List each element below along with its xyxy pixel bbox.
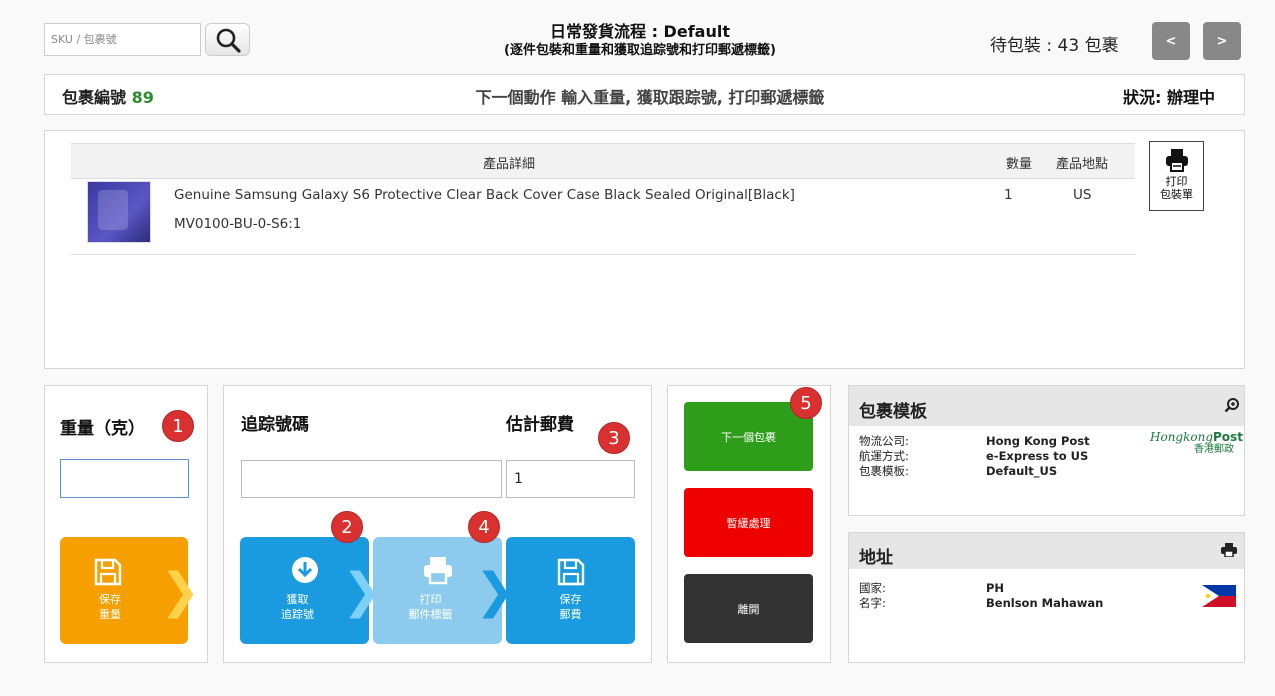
template-value: Default_US	[986, 464, 1058, 478]
tracking-label: 追踪號碼	[241, 415, 309, 435]
printer-icon	[424, 557, 452, 585]
save-weight-button[interactable]: 保存 重量 ❯	[60, 537, 200, 644]
weight-label: 重量（克）	[60, 419, 145, 439]
weight-input[interactable]	[60, 459, 189, 498]
tracking-number-input[interactable]	[241, 460, 502, 498]
step-badge-3: 3	[598, 422, 630, 454]
print-packing-slip-button[interactable]: 打印 包裝單	[1149, 141, 1204, 211]
package-number-label: 包裹編號	[62, 88, 127, 107]
print-slip-label-2: 包裝單	[1160, 188, 1193, 201]
sku-search-input[interactable]	[44, 23, 201, 56]
zoom-icon[interactable]	[1224, 397, 1240, 413]
logo-zh: 香港郵政	[1194, 444, 1234, 455]
get-tracking-button[interactable]: 獲取 追踪號 ❯	[240, 537, 382, 644]
title-main: 日常發貨流程 : Default	[550, 22, 730, 41]
print-label-label-2: 郵件標籤	[408, 608, 453, 621]
next-package-nav-button[interactable]: >	[1203, 22, 1241, 60]
package-number: 包裹編號 89	[62, 84, 154, 108]
title-sub: (逐件包裝和重量和獲取追踪號和打印郵遞標籤)	[504, 43, 776, 58]
search-icon	[216, 28, 241, 53]
leave-button[interactable]: 離開	[684, 574, 813, 643]
save-weight-label-1: 保存	[99, 593, 121, 606]
postage-fee-input[interactable]: 1	[506, 460, 635, 498]
courier-value: Hong Kong Post	[986, 434, 1090, 448]
product-location: US	[1073, 187, 1092, 203]
save-icon	[94, 558, 122, 586]
method-value: e-Express to US	[986, 449, 1089, 463]
logo-en-2: Post	[1213, 430, 1243, 444]
save-postage-label-1: 保存	[559, 593, 582, 606]
address-header	[849, 533, 1244, 569]
print-label-label-1: 打印	[419, 593, 442, 606]
header-detail: 產品詳細	[483, 157, 536, 172]
printer-icon	[1165, 149, 1188, 172]
method-label: 航運方式:	[859, 449, 909, 463]
next-action-text: 下一個動作 輸入重量, 獲取跟踪號, 打印郵遞標籤	[475, 88, 825, 107]
product-thumbnail	[87, 181, 151, 243]
chevron-right-icon: ❯	[160, 563, 201, 619]
hongkong-post-logo: HongkongPost 香港郵政	[1150, 430, 1243, 456]
save-weight-label-2: 重量	[99, 608, 121, 621]
save-icon	[557, 558, 585, 586]
step-badge-5: 5	[790, 387, 822, 419]
search-button[interactable]	[205, 23, 250, 56]
prev-package-button[interactable]: <	[1152, 22, 1190, 60]
hold-button[interactable]: 暫緩處理	[684, 488, 813, 557]
header-location: 產品地點	[1056, 157, 1109, 172]
address-title: 地址	[859, 548, 893, 568]
step-badge-1: 1	[162, 410, 194, 442]
products-table-header: 產品詳細 數量 產品地點	[71, 143, 1135, 179]
name-value: Benlson Mahawan	[986, 596, 1104, 610]
template-title: 包裹模板	[859, 402, 927, 422]
product-name: Genuine Samsung Galaxy S6 Protective Cle…	[174, 187, 795, 203]
page-title: 日常發貨流程 : Default (逐件包裝和重量和獲取追踪號和打印郵遞標籤)	[420, 22, 860, 60]
product-sku: MV0100-BU-0-S6:1	[174, 216, 302, 232]
step-badge-4: 4	[468, 511, 500, 543]
product-qty: 1	[1004, 187, 1013, 203]
country-label: 國家:	[859, 581, 886, 595]
download-circle-icon	[292, 557, 318, 583]
country-value: PH	[986, 581, 1005, 595]
save-postage-label-2: 郵費	[559, 608, 582, 621]
philippines-flag-icon	[1202, 585, 1236, 607]
header-qty: 數量	[1006, 157, 1033, 172]
print-label-button[interactable]: 打印 郵件標籤 ❯	[373, 537, 515, 644]
logo-en-1: Hongkong	[1150, 430, 1214, 444]
template-label: 包裹模板:	[859, 464, 909, 478]
get-tracking-label-2: 追踪號	[281, 608, 314, 621]
pending-count: 待包裝 : 43 包裹	[990, 36, 1119, 56]
name-label: 名字:	[859, 596, 886, 610]
get-tracking-label-1: 獲取	[286, 593, 309, 606]
status-text: 狀況: 辦理中	[1123, 88, 1215, 107]
package-number-value: 89	[131, 88, 154, 107]
fee-label: 估計郵費	[506, 415, 574, 435]
printer-icon[interactable]	[1221, 543, 1237, 557]
step-badge-2: 2	[331, 511, 363, 543]
courier-label: 物流公司:	[859, 434, 909, 448]
save-postage-button[interactable]: 保存 郵費	[506, 537, 635, 644]
print-slip-label-1: 打印	[1165, 175, 1188, 188]
